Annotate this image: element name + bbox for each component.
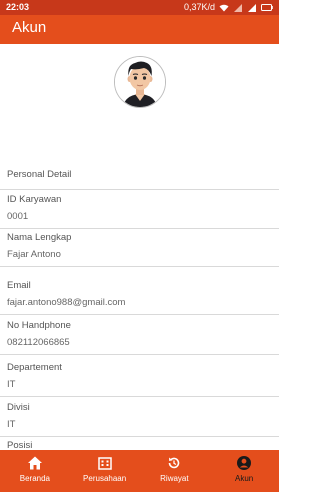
nav-item-riwayat[interactable]: Riwayat xyxy=(140,450,210,492)
personal-detail-heading: Personal Detail xyxy=(7,169,72,180)
nav-label-akun: Akun xyxy=(235,474,254,483)
nav-label-perusahaan: Perusahaan xyxy=(83,474,127,483)
nav-item-perusahaan[interactable]: Perusahaan xyxy=(70,450,140,492)
divider xyxy=(0,266,279,267)
employee-id-label: ID Karyawan xyxy=(7,194,62,205)
department-label: Departement xyxy=(7,362,62,373)
divider xyxy=(0,314,279,315)
wifi-icon xyxy=(219,4,229,11)
status-time: 22:03 xyxy=(6,2,30,12)
signal-icon-2 xyxy=(248,3,256,12)
division-label: Divisi xyxy=(7,402,30,413)
employee-id-value: 0001 xyxy=(7,211,29,222)
divider xyxy=(0,354,279,355)
nav-label-beranda: Beranda xyxy=(19,474,50,483)
phone-label: No Handphone xyxy=(7,320,71,331)
position-label: Posisi xyxy=(7,440,33,450)
avatar xyxy=(114,56,166,108)
divider xyxy=(0,189,279,190)
history-icon xyxy=(169,457,180,469)
avatar-illustration-icon xyxy=(115,57,165,107)
bottom-navigation: Beranda Perusahaan Riwayat Akun xyxy=(0,450,279,492)
app-bar: Akun xyxy=(0,15,279,44)
full-name-label: Nama Lengkap xyxy=(7,232,72,243)
status-indicators: 0,37K/d xyxy=(184,0,273,15)
divider xyxy=(0,436,279,437)
full-name-value: Fajar Antono xyxy=(7,249,61,260)
divider xyxy=(0,396,279,397)
nav-label-riwayat: Riwayat xyxy=(160,474,189,483)
network-speed: 0,37K/d xyxy=(183,2,215,12)
page-title: Akun xyxy=(12,19,47,36)
division-value: IT xyxy=(7,419,16,430)
battery-icon xyxy=(261,4,273,11)
home-icon xyxy=(27,456,42,470)
nav-item-beranda[interactable]: Beranda xyxy=(0,450,70,492)
status-bar: 22:03 0,37K/d xyxy=(0,0,279,15)
divider xyxy=(0,228,279,229)
nav-item-akun[interactable]: Akun xyxy=(209,450,279,492)
department-value: IT xyxy=(7,379,16,390)
signal-icon xyxy=(234,3,242,12)
email-label: Email xyxy=(7,280,31,291)
profile-content[interactable]: Personal Detail ID Karyawan 0001 Nama Le… xyxy=(0,44,279,450)
building-icon xyxy=(97,457,112,470)
account-icon xyxy=(237,456,252,470)
phone-value: 082112066865 xyxy=(7,337,70,348)
email-value: fajar.antono988@gmail.com xyxy=(7,297,126,308)
